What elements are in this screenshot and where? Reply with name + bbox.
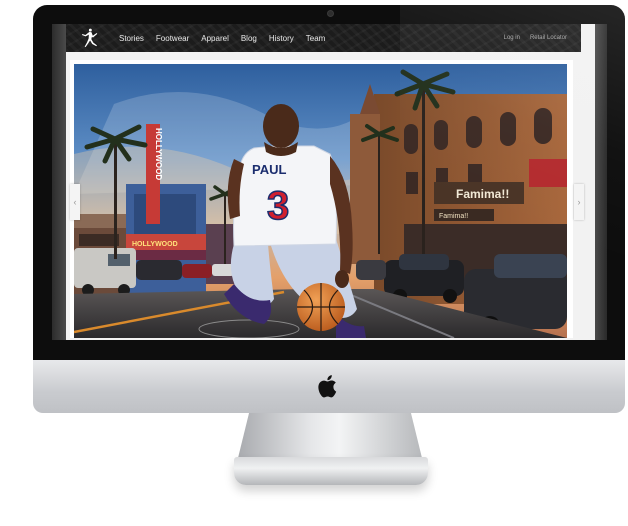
store-sign-small: Famima!!: [439, 213, 468, 220]
nav-stories[interactable]: Stories: [119, 34, 144, 43]
jersey-name: PAUL: [252, 162, 286, 177]
screen: Stories Footwear Apparel Blog History Te…: [52, 24, 607, 340]
store-sign: Famima!!: [456, 187, 509, 201]
jersey-number: 3: [267, 184, 289, 228]
page-background-left: [52, 24, 66, 340]
basketball-icon: [297, 283, 345, 331]
apple-logo-icon: [318, 375, 337, 398]
carousel-next-button[interactable]: ›: [574, 184, 584, 220]
nav-blog[interactable]: Blog: [241, 34, 257, 43]
imac-mockup: Stories Footwear Apparel Blog History Te…: [0, 0, 628, 526]
utility-nav: Log in Retail Locator: [494, 24, 567, 52]
login-link[interactable]: Log in: [504, 35, 520, 41]
jumpman-logo-icon[interactable]: [80, 28, 98, 48]
nav-apparel[interactable]: Apparel: [201, 34, 229, 43]
nav-history[interactable]: History: [269, 34, 294, 43]
chevron-left-icon: ‹: [73, 197, 77, 207]
vertical-sign: HOLLYWOOD: [154, 128, 163, 180]
page-background-right: [595, 24, 607, 340]
monitor-stand-base: [234, 457, 428, 485]
chevron-right-icon: ›: [577, 197, 581, 207]
nav-team[interactable]: Team: [306, 34, 326, 43]
top-navigation-bar: Stories Footwear Apparel Blog History Te…: [66, 24, 581, 52]
monitor-stand: [238, 413, 422, 458]
hero-image[interactable]: HOLLYWOOD HOLLYWOOD Famima!! Famima!! PA…: [74, 64, 567, 338]
carousel-prev-button[interactable]: ‹: [70, 184, 80, 220]
hero-scene: HOLLYWOOD HOLLYWOOD Famima!! Famima!! PA…: [74, 64, 567, 338]
marquee-sign: HOLLYWOOD: [132, 241, 178, 248]
webcam: [327, 10, 334, 17]
nav-footwear[interactable]: Footwear: [156, 34, 189, 43]
retail-locator-link[interactable]: Retail Locator: [530, 35, 567, 41]
primary-nav: Stories Footwear Apparel Blog History Te…: [119, 24, 337, 52]
